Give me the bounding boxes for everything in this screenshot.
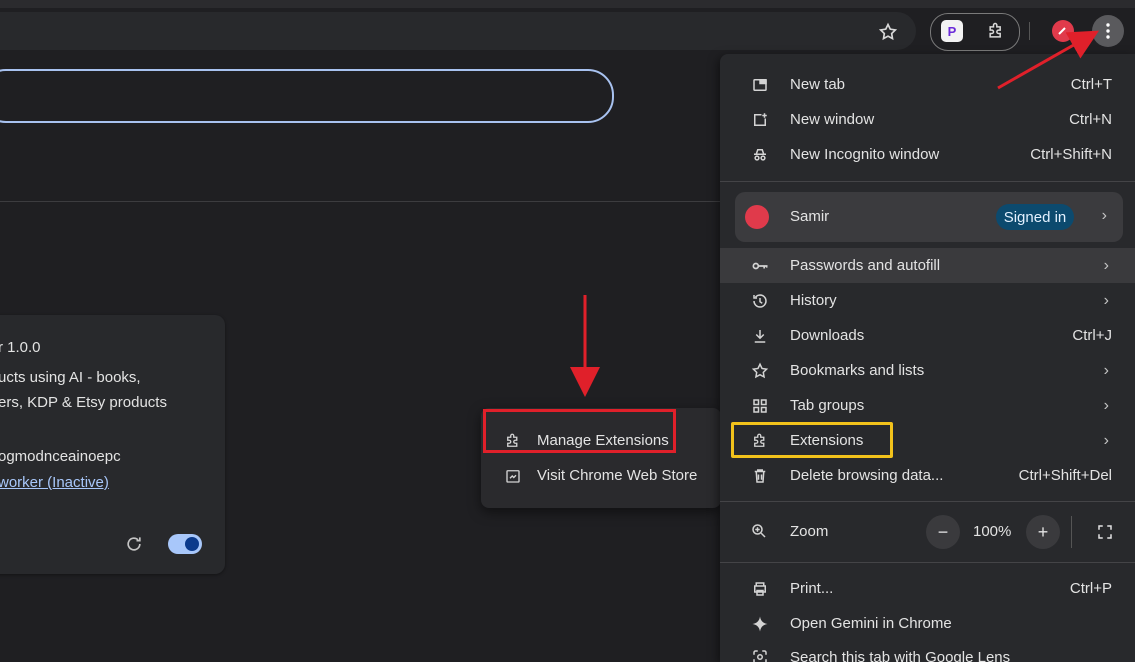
- grid-icon: [750, 396, 770, 416]
- downloads-label: Downloads: [790, 327, 865, 344]
- highlight-box-extensions: [731, 422, 893, 458]
- tab-strip: [0, 0, 1135, 8]
- pdf-extension-icon[interactable]: P: [941, 20, 963, 42]
- new-incognito-label: New Incognito window: [790, 146, 940, 163]
- new-tab-label: New tab: [790, 76, 846, 93]
- chevron-right-icon: ›: [1103, 256, 1109, 274]
- menu-item-passwords[interactable]: Passwords and autofill ›: [720, 248, 1135, 283]
- menu-separator: [720, 181, 1135, 182]
- lens-label: Search this tab with Google Lens: [790, 649, 1011, 662]
- passwords-label: Passwords and autofill: [790, 257, 941, 274]
- zoom-in-symbol: +: [1037, 521, 1049, 542]
- new-window-shortcut: Ctrl+N: [1069, 111, 1112, 128]
- service-worker-link[interactable]: worker (Inactive): [0, 474, 109, 491]
- search-extensions-input[interactable]: [0, 69, 614, 123]
- history-label: History: [790, 292, 837, 309]
- zoom-separator: [1071, 516, 1072, 548]
- puzzle-icon[interactable]: [984, 19, 1008, 43]
- chevron-right-icon: ›: [1103, 396, 1109, 414]
- delete-data-shortcut: Ctrl+Shift+Del: [1018, 467, 1112, 484]
- highlight-box-manage: [483, 409, 676, 453]
- menu-item-history[interactable]: History ›: [720, 283, 1135, 318]
- extension-description-2: ers, KDP & Etsy products: [0, 394, 167, 411]
- toggle-knob: [185, 537, 199, 551]
- menu-item-gemini[interactable]: Open Gemini in Chrome: [720, 606, 1135, 641]
- fullscreen-icon[interactable]: [1090, 517, 1120, 547]
- menu-item-lens[interactable]: Search this tab with Google Lens: [720, 641, 1135, 662]
- profile-row-avatar: [745, 205, 769, 229]
- trash-icon: [750, 466, 770, 486]
- menu-item-print[interactable]: Print... Ctrl+P: [720, 571, 1135, 606]
- address-bar[interactable]: [0, 12, 916, 50]
- bookmarks-label: Bookmarks and lists: [790, 362, 925, 379]
- zoom-label: Zoom: [790, 523, 829, 540]
- profile-row[interactable]: Samir Signed in ›: [735, 192, 1123, 242]
- menu-item-new-incognito[interactable]: New Incognito window Ctrl+Shift+N: [720, 137, 1135, 172]
- menu-separator: [720, 562, 1135, 563]
- print-label: Print...: [790, 580, 834, 597]
- kebab-icon[interactable]: [1092, 15, 1124, 47]
- extension-enable-toggle[interactable]: [168, 534, 202, 554]
- new-tab-shortcut: Ctrl+T: [1070, 76, 1112, 93]
- sparkle-icon: [750, 614, 770, 634]
- gemini-label: Open Gemini in Chrome: [790, 615, 952, 632]
- chevron-right-icon: ›: [1103, 361, 1109, 379]
- extension-version: r 1.0.0: [0, 339, 41, 356]
- profile-avatar[interactable]: [1052, 20, 1074, 42]
- menu-separator: [720, 501, 1135, 502]
- new-incognito-shortcut: Ctrl+Shift+N: [1030, 146, 1112, 163]
- delete-data-label: Delete browsing data...: [790, 467, 944, 484]
- new-window-label: New window: [790, 111, 875, 128]
- history-icon: [750, 291, 770, 311]
- signed-in-badge: Signed in: [996, 204, 1074, 230]
- zoom-row: Zoom − 100% +: [720, 512, 1135, 552]
- zoom-value: 100%: [973, 523, 1012, 540]
- reload-icon[interactable]: [124, 534, 144, 554]
- zoom-out-button[interactable]: −: [926, 515, 960, 549]
- star-icon: [750, 361, 770, 381]
- menu-item-new-tab[interactable]: New tab Ctrl+T: [720, 67, 1135, 102]
- zoom-icon: [750, 522, 770, 542]
- downloads-shortcut: Ctrl+J: [1072, 327, 1112, 344]
- menu-item-new-window[interactable]: New window Ctrl+N: [720, 102, 1135, 137]
- pdf-extension-letter: P: [947, 23, 957, 39]
- new-tab-icon: [750, 75, 770, 95]
- menu-item-delete-data[interactable]: Delete browsing data... Ctrl+Shift+Del: [720, 458, 1135, 493]
- chevron-right-icon: ›: [1103, 291, 1109, 309]
- web-store-item[interactable]: Visit Chrome Web Store: [481, 458, 721, 493]
- content-divider: [0, 201, 720, 202]
- incognito-icon: [750, 145, 770, 165]
- chevron-right-icon: ›: [1101, 207, 1107, 224]
- tab-groups-label: Tab groups: [790, 397, 865, 414]
- download-icon: [750, 326, 770, 346]
- star-icon[interactable]: [876, 20, 900, 44]
- lens-icon: [750, 647, 770, 662]
- web-store-label: Visit Chrome Web Store: [537, 467, 698, 484]
- key-icon: [750, 256, 770, 276]
- zoom-in-button[interactable]: +: [1026, 515, 1060, 549]
- zoom-out-symbol: −: [937, 521, 949, 542]
- printer-icon: [750, 579, 770, 599]
- toolbar-separator: [1029, 22, 1030, 40]
- extension-id: ogmodnceainoepc: [0, 448, 121, 465]
- new-window-icon: [750, 110, 770, 130]
- menu-item-downloads[interactable]: Downloads Ctrl+J: [720, 318, 1135, 353]
- web-store-icon: [503, 466, 523, 486]
- profile-name: Samir: [790, 208, 830, 225]
- print-shortcut: Ctrl+P: [1069, 580, 1112, 597]
- extension-description-1: ucts using AI - books,: [0, 369, 141, 386]
- menu-item-tab-groups[interactable]: Tab groups ›: [720, 388, 1135, 423]
- chevron-right-icon: ›: [1103, 431, 1109, 449]
- menu-item-bookmarks[interactable]: Bookmarks and lists ›: [720, 353, 1135, 388]
